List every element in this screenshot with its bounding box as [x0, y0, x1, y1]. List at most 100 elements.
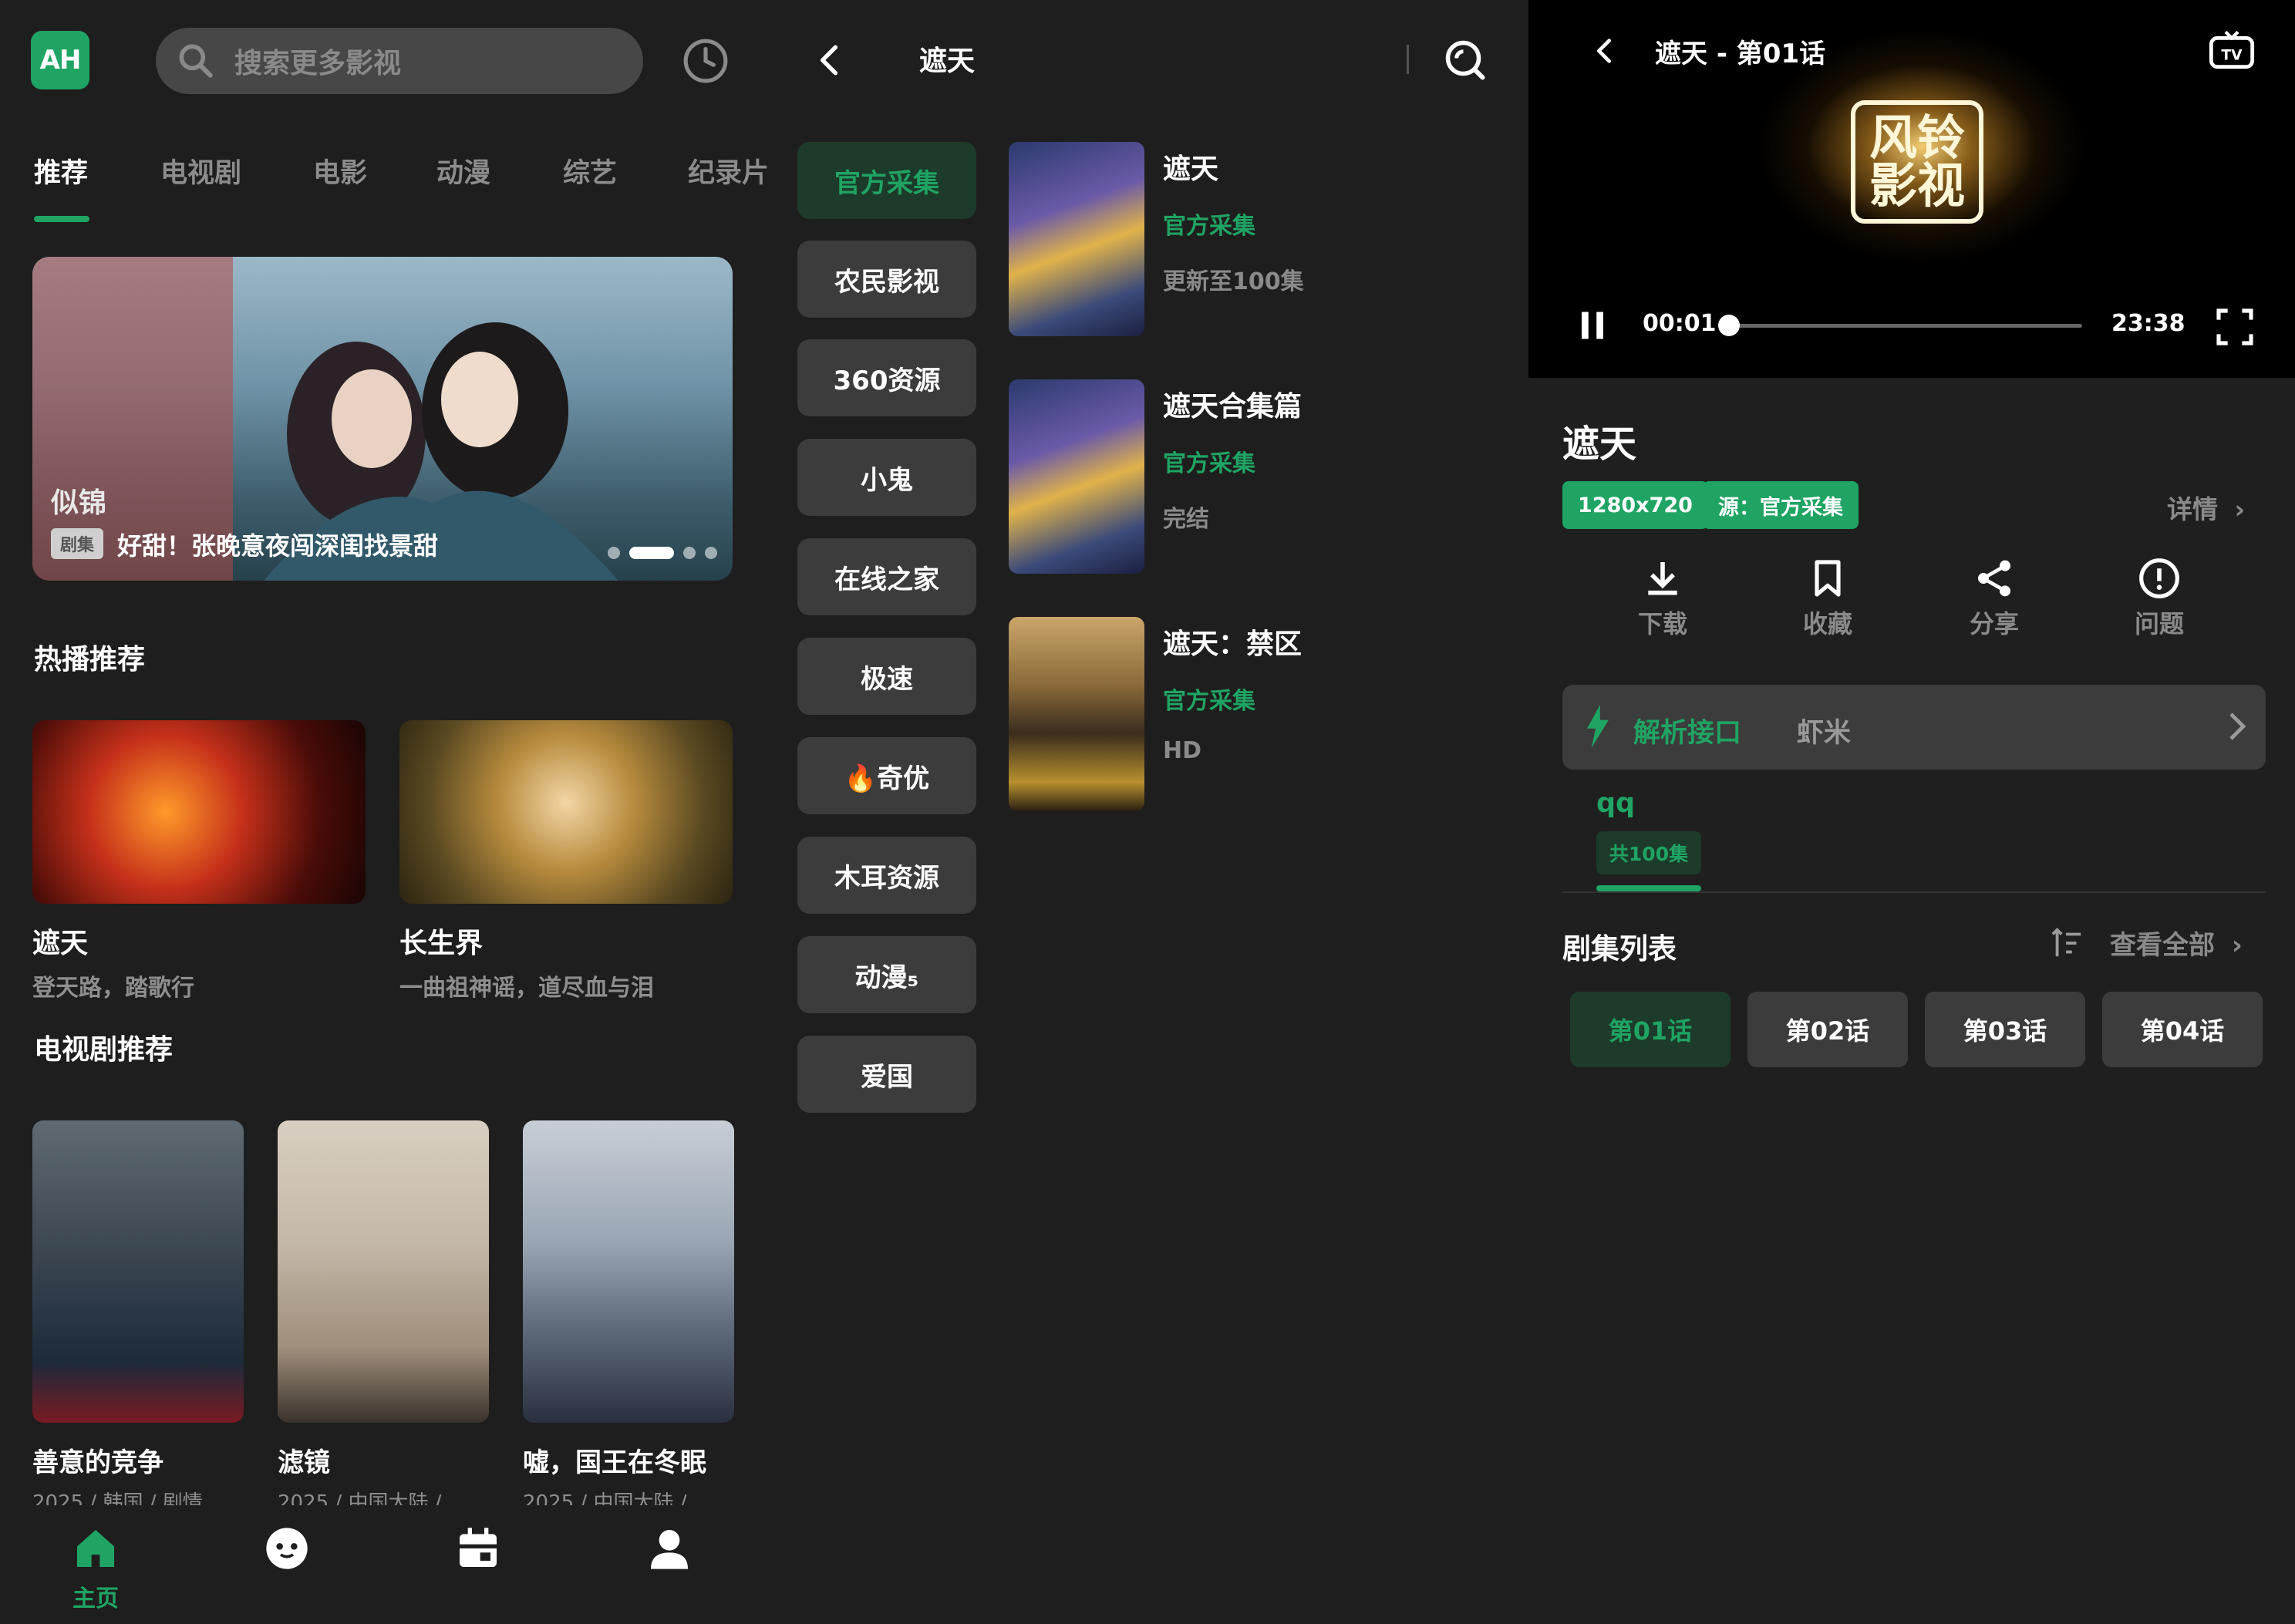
bookmark-icon — [1815, 560, 1841, 597]
pager-dot[interactable] — [608, 547, 620, 559]
tab-anime[interactable]: 动漫 — [436, 151, 490, 190]
watermark-text: 风铃影视 — [1869, 110, 1965, 214]
search-results-panel: 遮天 官方采集 农民影视 360资源 小鬼 在线之家 极速 🔥奇优 木耳资源 动… — [768, 0, 1528, 1624]
tv-card[interactable]: 善意的竞争 2025 / 韩国 / 剧情 ... — [32, 1120, 244, 1505]
episode-button[interactable]: 第02话 — [1747, 992, 1908, 1067]
hot-section-title: 热播推荐 — [34, 644, 146, 676]
source-button[interactable]: 🔥奇优 — [797, 737, 976, 814]
episode-button[interactable]: 第04话 — [2102, 992, 2263, 1067]
home-panel: AH 搜索更多影视 推荐 电视剧 电影 动漫 综艺 纪录片 似锦 剧集 好甜！张… — [0, 0, 768, 1624]
search-placeholder: 搜索更多影视 — [234, 48, 402, 79]
divider — [1407, 45, 1409, 74]
tab-tv-series[interactable]: 电视剧 — [160, 151, 241, 190]
current-time: 00:01 — [1643, 310, 1717, 337]
hero-banner[interactable]: 似锦 剧集 好甜！张晚意夜闯深闺找景甜 — [32, 257, 733, 581]
search-keyword: 遮天 — [919, 45, 976, 77]
tv-section-title: 电视剧推荐 — [34, 1034, 174, 1066]
result-status: 更新至100集 — [1163, 268, 1304, 295]
back-icon[interactable] — [1589, 31, 1619, 71]
result-item[interactable]: 遮天 官方采集 更新至100集 — [1009, 142, 1502, 342]
nav-discover[interactable] — [241, 1524, 333, 1576]
nav-home[interactable]: 主页 — [49, 1524, 142, 1613]
hot-card[interactable]: 长生界 一曲祖神谣，道尽血与泪 — [399, 720, 733, 1002]
tab-movie[interactable]: 电影 — [313, 151, 367, 190]
download-button[interactable]: 下载 — [1609, 557, 1717, 640]
pager-dot[interactable] — [705, 547, 717, 559]
share-icon — [1978, 560, 2010, 597]
bottom-nav: 主页 — [0, 1511, 768, 1624]
source-button[interactable]: 农民影视 — [797, 241, 976, 318]
source-button[interactable]: 在线之家 — [797, 538, 976, 615]
poster-image — [1009, 617, 1144, 811]
fullscreen-icon[interactable] — [2213, 305, 2256, 349]
banner-subtitle: 好甜！张晚意夜闯深闺找景甜 — [117, 531, 439, 561]
hot-card[interactable]: 遮天 登天路，踏歌行 — [32, 720, 366, 1002]
chevron-right-icon: › — [2234, 494, 2246, 524]
episode-button[interactable]: 第03话 — [1925, 992, 2085, 1067]
player-title: 遮天 - 第01话 — [1655, 39, 1826, 69]
source-button-active[interactable]: 官方采集 — [797, 142, 976, 219]
hot-card-desc: 一曲祖神谣，道尽血与泪 — [399, 975, 654, 1002]
share-button[interactable]: 分享 — [1940, 557, 2048, 640]
tv-card[interactable]: 滤镜 2025 / 中国大陆 / ... — [278, 1120, 489, 1505]
alert-circle-icon — [2139, 558, 2179, 598]
search-bar[interactable]: 搜索更多影视 — [156, 28, 643, 94]
episodes-title: 剧集列表 — [1562, 932, 1677, 965]
progress-bar[interactable] — [1723, 324, 2082, 328]
tv-card-title: 滤镜 — [278, 1447, 330, 1478]
tab-variety[interactable]: 综艺 — [563, 151, 617, 190]
favorite-label: 收藏 — [1802, 609, 1852, 638]
result-status: 完结 — [1163, 506, 1209, 533]
sort-icon[interactable] — [2050, 925, 2085, 961]
user-icon — [651, 1530, 688, 1569]
pager-dot-active[interactable] — [629, 547, 674, 559]
calendar-icon — [460, 1528, 497, 1567]
detail-panel: 风铃影视 遮天 - 第01话 TV 00:01 23:38 遮天 1280x72… — [1528, 0, 2295, 1624]
nav-profile[interactable] — [623, 1524, 716, 1576]
tab-recommend[interactable]: 推荐 — [34, 151, 88, 190]
video-player[interactable]: 风铃影视 遮天 - 第01话 TV 00:01 23:38 — [1528, 0, 2295, 378]
pause-icon[interactable] — [1576, 308, 1609, 342]
result-source: 官方采集 — [1163, 213, 1255, 240]
episode-button-active[interactable]: 第01话 — [1570, 992, 1731, 1067]
search-icon — [179, 44, 213, 78]
share-label: 分享 — [1969, 609, 2019, 638]
app-logo: AH — [31, 31, 89, 89]
svg-text:TV: TV — [2221, 47, 2243, 63]
report-button[interactable]: 问题 — [2105, 557, 2213, 640]
details-label: 详情 — [2167, 494, 2218, 524]
source-button[interactable]: 木耳资源 — [797, 837, 976, 914]
video-title: 遮天 — [1562, 423, 1637, 466]
source-button[interactable]: 动漫₅ — [797, 936, 976, 1013]
tv-card[interactable]: 嘘，国王在冬眠 2025 / 中国大陆 / ... — [523, 1120, 734, 1505]
pager-dot[interactable] — [683, 547, 696, 559]
source-button[interactable]: 极速 — [797, 638, 976, 715]
view-all-link[interactable]: 查看全部 › — [2110, 924, 2243, 962]
ghost-face-icon — [266, 1528, 308, 1569]
progress-thumb[interactable] — [1718, 315, 1740, 336]
banner-pager — [608, 547, 717, 559]
tab-documentary[interactable]: 纪录片 — [688, 151, 768, 190]
source-button[interactable]: 爱国 — [797, 1036, 976, 1113]
parse-interface-selector[interactable]: 解析接口 虾米 — [1562, 685, 2266, 770]
banner-badge: 剧集 — [51, 528, 104, 559]
nav-home-label: 主页 — [72, 1585, 119, 1612]
tv-card-meta: 2025 / 中国大陆 / ... — [523, 1491, 713, 1505]
resolution-badge: 1280x720 — [1562, 481, 1708, 529]
source-button[interactable]: 360资源 — [797, 339, 976, 416]
favorite-button[interactable]: 收藏 — [1774, 557, 1882, 640]
back-icon[interactable] — [810, 39, 848, 82]
search-icon[interactable] — [1442, 37, 1488, 83]
nav-schedule[interactable] — [432, 1524, 524, 1576]
result-item[interactable]: 遮天合集篇 官方采集 完结 — [1009, 379, 1502, 580]
details-link[interactable]: 详情 › — [2167, 489, 2245, 526]
source-button[interactable]: 小鬼 — [797, 439, 976, 516]
chevron-right-icon: › — [2231, 930, 2243, 961]
play-line-name[interactable]: qq — [1596, 788, 1635, 819]
poster-image — [32, 720, 366, 904]
tv-cast-icon[interactable]: TV — [2207, 28, 2256, 77]
tv-card-meta: 2025 / 韩国 / 剧情 ... — [32, 1491, 228, 1505]
history-icon[interactable] — [682, 37, 730, 85]
result-item[interactable]: 遮天：禁区 官方采集 HD — [1009, 617, 1502, 817]
episode-count-badge: 共100集 — [1596, 831, 1701, 874]
